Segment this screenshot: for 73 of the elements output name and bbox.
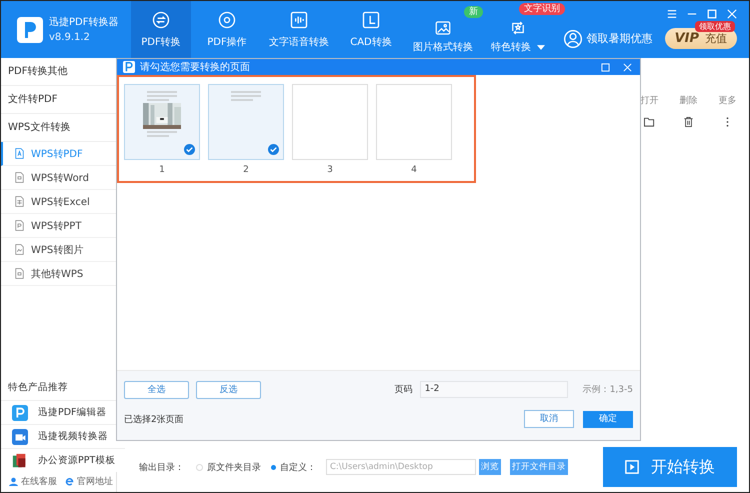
invert-selection-button[interactable]: 反选 (196, 380, 261, 399)
app-logo-icon (17, 16, 43, 42)
disc-icon (217, 10, 237, 30)
document-icon (15, 220, 24, 231)
page-number: 1 (159, 165, 165, 175)
nav-tab[interactable]: PDF操作 (197, 1, 257, 58)
start-button[interactable]: 开始转换 (603, 447, 737, 487)
nav-tab[interactable]: 特色转换 (485, 18, 551, 58)
page-number: 3 (327, 165, 333, 175)
radio-option[interactable]: 原文件夹目录 (196, 460, 261, 474)
page-range-field[interactable]: 1-2 (420, 381, 568, 398)
nav-tab[interactable]: 文字语音转换 (263, 1, 335, 58)
select-all-button[interactable]: 全选 (124, 380, 189, 399)
menu-icon[interactable] (667, 9, 677, 19)
close-icon[interactable] (727, 9, 737, 19)
selection-status: 已选择2张页面 (124, 414, 184, 426)
example-hint: 示例：1,3-5 (582, 384, 633, 396)
column-header: 更多 (718, 94, 738, 107)
app-title: 迅捷PDF转换器 (49, 16, 118, 30)
ok-button[interactable]: 确定 (583, 410, 633, 428)
document-icon (15, 196, 24, 207)
nav-badge: 新 (464, 6, 483, 18)
dialog-title: 请勾选您需要转换的页面 (140, 60, 250, 74)
page-thumbnail[interactable] (208, 84, 284, 160)
convert-icon (151, 10, 171, 30)
image-icon (434, 19, 452, 37)
browser-icon (65, 477, 74, 486)
page-number: 4 (411, 165, 417, 175)
check-icon (268, 144, 279, 155)
cancel-button[interactable]: 取消 (524, 410, 574, 428)
play-icon (625, 460, 639, 474)
promo-link[interactable]: 领取暑期优惠 (562, 28, 653, 48)
page-thumbnail[interactable] (292, 84, 368, 160)
page-thumbnail[interactable] (376, 84, 452, 160)
page-thumbnail[interactable] (124, 84, 200, 160)
cad-icon (361, 10, 381, 30)
nav-badge: 文字识别 (519, 3, 565, 15)
app-version: v8.9.1.2 (49, 30, 91, 44)
star-frame-icon (509, 19, 527, 37)
text-lines-drawing (147, 131, 177, 137)
support-link[interactable]: 在线客服 (9, 475, 57, 488)
page-range-label: 页码 (394, 384, 413, 396)
page-number: 2 (243, 165, 249, 175)
maximize-icon[interactable] (601, 62, 610, 72)
nav-tab[interactable]: CAD转换 (341, 1, 401, 58)
nav-tab[interactable]: PDF转换 (131, 1, 191, 58)
slides-app-icon (12, 452, 28, 468)
image-icon (15, 244, 24, 255)
nav-tab[interactable]: 图片格式转换 (407, 18, 479, 58)
text-lines-drawing (231, 91, 261, 101)
support-link[interactable]: 官网地址 (65, 475, 113, 488)
output-label: 输出目录： (139, 462, 184, 474)
maximize-icon[interactable] (707, 9, 717, 19)
user-icon (562, 28, 583, 48)
video-app-icon (12, 428, 28, 444)
column-header: 删除 (678, 94, 698, 107)
trash-icon[interactable] (683, 117, 694, 127)
product-link[interactable]: 办公资源PPT模板 (1, 448, 125, 472)
document-icon (15, 172, 24, 183)
radio-option[interactable]: 自定义： (271, 460, 316, 474)
close-icon[interactable] (623, 62, 632, 72)
section-title: 特色产品推荐 (7, 381, 69, 395)
vip-badge: 领取优惠 (695, 21, 735, 32)
text-lines-drawing (147, 91, 177, 101)
waveform-icon (289, 10, 309, 30)
person-icon (9, 477, 18, 486)
document-icon (15, 148, 24, 159)
document-icon (15, 268, 24, 279)
column-header: 打开 (640, 94, 660, 107)
check-icon (184, 144, 195, 155)
folder-icon[interactable] (644, 117, 655, 127)
app-logo-icon (123, 61, 135, 73)
pdf-app-icon (12, 404, 28, 420)
